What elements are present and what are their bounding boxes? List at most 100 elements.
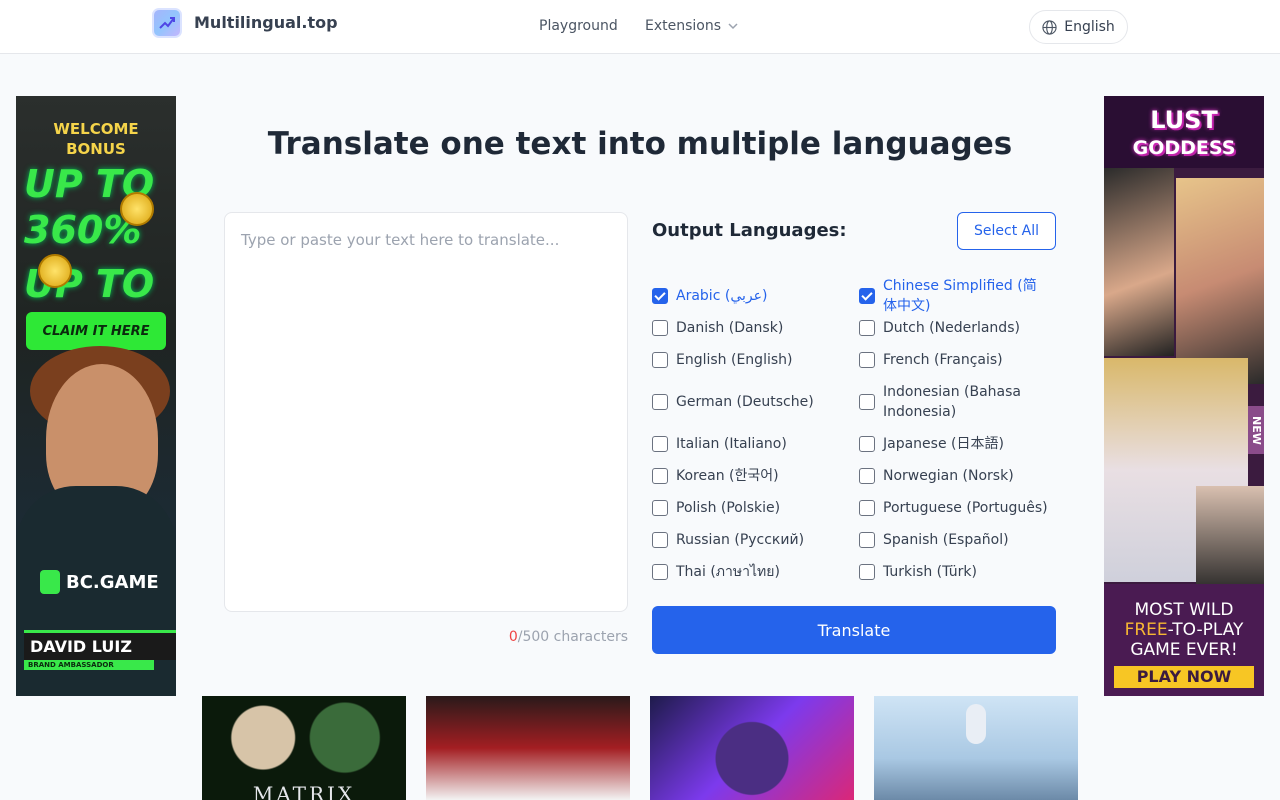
language-option-label: Chinese Simplified (简体中文) bbox=[883, 278, 1037, 314]
ad-tagline-line1: MOST WILD bbox=[1134, 600, 1234, 620]
language-option[interactable]: Danish (Dansk) bbox=[652, 318, 852, 338]
ad-game-logo: LUST GODDESS bbox=[1104, 96, 1264, 168]
language-switcher-label: English bbox=[1064, 19, 1115, 35]
page-title: Translate one text into multiple languag… bbox=[267, 126, 1013, 162]
bc-logo-icon bbox=[40, 570, 60, 594]
language-option[interactable]: Russian (Русский) bbox=[652, 530, 852, 550]
language-option-label: German (Deutsche) bbox=[676, 394, 814, 410]
language-option[interactable]: English (English) bbox=[652, 350, 852, 370]
language-checkbox[interactable] bbox=[652, 436, 668, 452]
language-option[interactable]: Polish (Polskie) bbox=[652, 498, 852, 518]
language-option[interactable]: Dutch (Nederlands) bbox=[859, 318, 1049, 338]
language-checkbox[interactable] bbox=[859, 320, 875, 336]
language-checkbox[interactable] bbox=[859, 500, 875, 516]
video-thumbnail-2[interactable] bbox=[426, 696, 630, 800]
ad-new-badge: NEW bbox=[1248, 406, 1264, 454]
site-header: Multilingual.top Playground Extensions E… bbox=[0, 0, 1280, 54]
chevron-down-icon bbox=[728, 23, 738, 30]
language-option-label: English (English) bbox=[676, 352, 793, 368]
language-checkbox[interactable] bbox=[652, 394, 668, 410]
language-checkbox[interactable] bbox=[652, 352, 668, 368]
ad-name-text: DAVID LUIZ bbox=[24, 630, 176, 660]
select-all-button[interactable]: Select All bbox=[957, 212, 1056, 250]
translate-button[interactable]: Translate bbox=[652, 606, 1056, 654]
ad-bonus-text: BONUS bbox=[66, 140, 126, 158]
output-languages-label: Output Languages: bbox=[652, 220, 847, 241]
video-thumbnail-3[interactable] bbox=[650, 696, 854, 800]
language-option-label: Dutch (Nederlands) bbox=[883, 320, 1020, 336]
language-option[interactable]: Indonesian (Bahasa Indonesia) bbox=[859, 382, 1049, 422]
language-option[interactable]: Japanese (日本語) bbox=[859, 434, 1049, 454]
nav-extensions-menu[interactable]: Extensions bbox=[645, 18, 739, 34]
ad-brand-logo: BC.GAME bbox=[40, 570, 159, 594]
ad-image-2 bbox=[1176, 178, 1264, 384]
language-option[interactable]: Norwegian (Norsk) bbox=[859, 466, 1049, 486]
coin-icon bbox=[120, 192, 154, 226]
language-option[interactable]: Chinese Simplified (简体中文) bbox=[859, 276, 1049, 316]
language-option-label: Italian (Italiano) bbox=[676, 436, 787, 452]
language-checkbox[interactable] bbox=[859, 468, 875, 484]
language-checkbox[interactable] bbox=[859, 564, 875, 580]
character-count: 0 bbox=[508, 629, 518, 645]
ad-role-text: BRAND AMBASSADOR bbox=[24, 660, 154, 670]
language-option[interactable]: Turkish (Türk) bbox=[859, 562, 1049, 582]
video-thumbnail-1[interactable]: MATRIX bbox=[202, 696, 406, 800]
right-banner-ad[interactable]: LUST GODDESS NEW MOST WILD FREE-TO-PLAY … bbox=[1104, 96, 1264, 696]
video-thumbnail-4[interactable] bbox=[874, 696, 1078, 800]
language-option[interactable]: French (Français) bbox=[859, 350, 1049, 370]
globe-icon bbox=[1042, 19, 1057, 35]
language-option[interactable]: Portuguese (Português) bbox=[859, 498, 1049, 518]
language-checkbox[interactable] bbox=[652, 532, 668, 548]
language-checkbox[interactable] bbox=[652, 468, 668, 484]
ad-play-now-button[interactable]: PLAY NOW bbox=[1114, 666, 1254, 688]
left-banner-ad[interactable]: WELCOME BONUS UP TO 360% UP TO CLAIM IT … bbox=[16, 96, 176, 696]
language-option[interactable]: Italian (Italiano) bbox=[652, 434, 852, 454]
language-checkbox[interactable] bbox=[652, 500, 668, 516]
nav-extensions-label: Extensions bbox=[645, 18, 722, 34]
language-option[interactable]: Thai (ภาษาไทย) bbox=[652, 562, 852, 582]
language-checkbox[interactable] bbox=[859, 532, 875, 548]
language-checkbox[interactable] bbox=[652, 564, 668, 580]
ad-logo-line2: GODDESS bbox=[1132, 137, 1236, 159]
language-checkbox[interactable] bbox=[859, 288, 875, 304]
language-switcher-button[interactable]: English bbox=[1029, 10, 1128, 44]
character-limit: /500 characters bbox=[517, 629, 628, 645]
ad-welcome-text: WELCOME bbox=[53, 120, 139, 138]
language-option-label: Japanese (日本語) bbox=[883, 436, 1004, 452]
language-option-label: Korean (한국어) bbox=[676, 468, 779, 484]
ad-image-1 bbox=[1104, 168, 1174, 356]
language-checkbox[interactable] bbox=[859, 394, 875, 410]
language-option-label: Polish (Polskie) bbox=[676, 500, 781, 516]
logo-icon[interactable] bbox=[152, 8, 182, 38]
language-checkbox[interactable] bbox=[859, 352, 875, 368]
language-option-label: Arabic (عربي) bbox=[676, 288, 768, 304]
source-text-input[interactable] bbox=[224, 212, 628, 612]
ad-brand-text: BC.GAME bbox=[66, 571, 159, 593]
ad-logo-line1: LUST bbox=[1150, 106, 1218, 134]
ad-tagline-line2: -TO-PLAY bbox=[1167, 620, 1244, 640]
language-option-label: Portuguese (Português) bbox=[883, 500, 1048, 516]
character-counter: 0/500 characters bbox=[424, 629, 628, 645]
thumbnail-title-text: MATRIX bbox=[252, 782, 356, 800]
language-option[interactable]: Arabic (عربي) bbox=[652, 276, 852, 316]
language-option-label: Indonesian (Bahasa Indonesia) bbox=[883, 384, 1021, 420]
ad-image-4 bbox=[1196, 486, 1264, 596]
language-checkbox[interactable] bbox=[859, 436, 875, 452]
language-option[interactable]: Spanish (Español) bbox=[859, 530, 1049, 550]
language-option-label: Thai (ภาษาไทย) bbox=[676, 564, 780, 580]
language-option-label: Turkish (Türk) bbox=[883, 564, 977, 580]
brand-name[interactable]: Multilingual.top bbox=[194, 13, 338, 32]
language-option-label: Spanish (Español) bbox=[883, 532, 1009, 548]
language-option[interactable]: Korean (한국어) bbox=[652, 466, 852, 486]
language-option-label: Norwegian (Norsk) bbox=[883, 468, 1014, 484]
language-checkbox[interactable] bbox=[652, 320, 668, 336]
thumbnail-figure bbox=[966, 704, 986, 744]
language-option[interactable]: German (Deutsche) bbox=[652, 382, 852, 422]
nav-playground-link[interactable]: Playground bbox=[539, 18, 618, 34]
ad-claim-button[interactable]: CLAIM IT HERE bbox=[26, 312, 166, 350]
language-option-label: Russian (Русский) bbox=[676, 532, 805, 548]
language-checkbox[interactable] bbox=[652, 288, 668, 304]
ad-tagline-free: FREE bbox=[1124, 620, 1168, 640]
language-option-label: Danish (Dansk) bbox=[676, 320, 784, 336]
ad-tagline-line3: GAME EVER! bbox=[1130, 640, 1238, 660]
